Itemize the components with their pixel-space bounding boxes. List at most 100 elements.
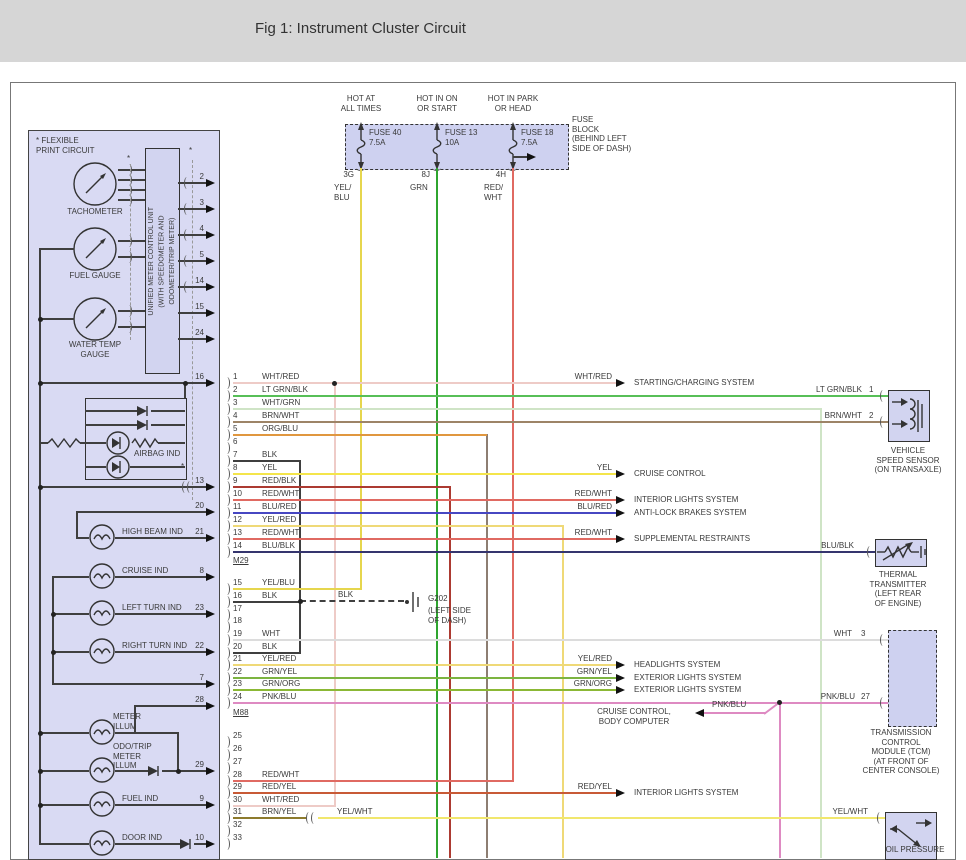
wire-color-label: GRN/YEL: [542, 667, 612, 677]
wire-color-label: LT GRN/BLK: [262, 385, 308, 395]
wire-color-label: GRN/ORG: [542, 679, 612, 689]
wire-color-label: WHT: [800, 629, 852, 639]
wire: [233, 486, 450, 488]
connector-icon: [880, 697, 886, 709]
destination-label: STARTING/CHARGING SYSTEM: [634, 378, 754, 388]
hot-label: HOT IN ON OR START: [402, 94, 472, 113]
connector-pin-icon: [224, 736, 230, 748]
pin-number: 16: [184, 372, 204, 382]
pin-number: 19: [233, 629, 242, 639]
wire: [39, 248, 74, 250]
connector-pin-icon: [224, 762, 230, 774]
connector-pin-icon: [224, 838, 230, 850]
wire-color-label: RED/WHT: [262, 770, 299, 780]
wire: [39, 382, 206, 384]
connector-icon: [187, 481, 193, 493]
connector-icon: [126, 235, 132, 247]
connector-pin-icon: [224, 481, 230, 493]
wire: [85, 410, 137, 412]
wire-color-label: YEL/ BLU: [334, 183, 351, 202]
wire-color-label: RED/WHT: [262, 489, 299, 499]
wire: [39, 248, 41, 845]
pin-number: 4: [233, 411, 237, 421]
pin-number: 24: [233, 692, 242, 702]
bulb-icon: [89, 719, 115, 745]
connector-pin-icon: [224, 403, 230, 415]
wire-color-label: GRN: [410, 183, 428, 193]
wire: [233, 792, 616, 794]
connector-pin-icon: [224, 377, 230, 389]
wire-color-label: RED/WHT: [542, 528, 612, 538]
wire-color-label: BLK: [262, 642, 277, 652]
wire-color-label: BLU/RED: [542, 502, 612, 512]
wire: [115, 651, 206, 653]
wire-wht-red: [334, 383, 336, 807]
pin-number: 28: [184, 695, 204, 705]
resistor-icon: [48, 438, 80, 448]
pin-number: 29: [184, 760, 204, 770]
pin-number: 2: [869, 411, 873, 421]
destination-label: EXTERIOR LIGHTS SYSTEM: [634, 673, 741, 683]
connector-icon: [877, 812, 883, 824]
connector-icon: [880, 390, 886, 402]
arrow-icon: [206, 680, 215, 688]
junction-dot: [176, 769, 181, 774]
indicator-label: HIGH BEAM IND: [122, 527, 183, 537]
wire-color-label: YEL/RED: [262, 654, 296, 664]
pin-number: 29: [233, 782, 242, 792]
water-temp-gauge-icon: [73, 297, 117, 341]
connector-icon: [867, 546, 873, 558]
wire: [115, 843, 180, 845]
junction-dot: [777, 700, 782, 705]
wire-color-label: WHT/RED: [262, 372, 299, 382]
arrow-icon: [206, 205, 215, 213]
wire: [178, 234, 206, 236]
pin-number: 6: [233, 437, 237, 447]
indicator-label: CRUISE IND: [122, 566, 168, 576]
indicator-label: DOOR IND: [122, 833, 162, 843]
junction-dot: [38, 381, 43, 386]
arrow-icon: [206, 767, 215, 775]
wire-pnk-blu: [779, 703, 781, 858]
footnote-star: *: [127, 154, 130, 164]
arrow-icon: [206, 648, 215, 656]
arrow-icon: [616, 509, 625, 517]
pin-number: 32: [233, 820, 242, 830]
terminal-label: 4H: [482, 170, 506, 180]
flex-circuit-boundary: [130, 164, 131, 340]
pin-number: 26: [233, 744, 242, 754]
destination-label: EXTERIOR LIGHTS SYSTEM: [634, 685, 741, 695]
wire: [151, 424, 185, 426]
wire-color-label: PNK/BLU: [712, 700, 746, 710]
connector-icon: [126, 305, 132, 317]
arrow-icon: [616, 674, 625, 682]
connector-id: M88: [233, 708, 249, 718]
pin-number: 22: [184, 641, 204, 651]
pin-number: 23: [233, 679, 242, 689]
pin-number: 11: [233, 502, 241, 512]
wire: [76, 537, 89, 539]
wire-color-label: BRN/WHT: [262, 411, 299, 421]
wire-color-label: YEL/RED: [262, 515, 296, 525]
pin-number: 24: [190, 328, 204, 338]
wire-red-blk: [449, 486, 451, 858]
wire: [115, 613, 206, 615]
pin-number: 22: [233, 667, 242, 677]
arrow-icon: [206, 801, 215, 809]
wire-color-label: RED/WHT: [262, 528, 299, 538]
wire-color-label: WHT/RED: [262, 795, 299, 805]
bulb-icon: [89, 524, 115, 550]
arrow-icon: [616, 470, 625, 478]
wire: [233, 817, 306, 819]
pin-number: 28: [233, 770, 242, 780]
junction-dot: [332, 381, 337, 386]
hot-label: HOT AT ALL TIMES: [326, 94, 396, 113]
destination-label: INTERIOR LIGHTS SYSTEM: [634, 788, 738, 798]
variable-resistor-icon: [877, 541, 929, 563]
connector-icon: [126, 321, 132, 333]
wire: [233, 525, 563, 527]
wire-color-label: LT GRN/BLK: [792, 385, 862, 395]
wire-color-label: RED/YEL: [262, 782, 296, 792]
wire: [233, 382, 620, 384]
indicator-label: METER ILLUM: [113, 712, 141, 731]
